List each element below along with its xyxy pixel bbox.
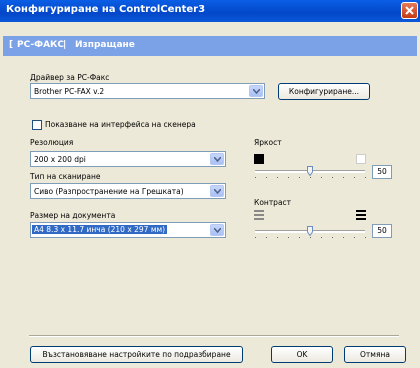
slider-tick (343, 237, 344, 238)
scan-type-value: Сиво (Разпространение на Грешката) (34, 187, 184, 196)
light-square-icon (356, 154, 366, 164)
slider-tick (288, 237, 289, 238)
doc-size-label: Размер на документа (30, 211, 116, 220)
slider-tick (266, 177, 267, 178)
slider-tick (321, 177, 322, 178)
slider-tick (343, 177, 344, 178)
high-contrast-icon (356, 210, 366, 220)
slider-tick (354, 177, 355, 178)
slider-tick (332, 237, 333, 238)
ok-button[interactable]: OK (271, 346, 333, 363)
slider-tick (277, 237, 278, 238)
header-separator: | (63, 40, 67, 50)
chevron-down-icon[interactable] (210, 224, 224, 236)
brightness-label: Яркост (254, 138, 282, 147)
slider-tick (277, 177, 278, 178)
doc-size-value: A4 8.3 x 11.7 инча (210 x 297 мм) (32, 225, 168, 234)
resolution-select[interactable]: 200 x 200 dpi (30, 151, 226, 167)
brightness-value-box[interactable]: 50 (372, 165, 392, 179)
contrast-value-box[interactable]: 50 (372, 224, 392, 238)
slider-tick (288, 177, 289, 178)
window-title: Конфигуриране на ControlCenter3 (6, 4, 206, 15)
configure-button[interactable]: Конфигуриране... (278, 83, 370, 100)
show-interface-checkbox[interactable] (32, 120, 42, 130)
show-interface-label: Показване на интерфейса на скенера (45, 120, 196, 129)
slider-tick (310, 237, 311, 238)
header-bracket: [ (9, 40, 14, 50)
slider-tick (299, 177, 300, 178)
contrast-label: Контраст (254, 198, 292, 207)
brightness-thumb[interactable] (307, 166, 313, 176)
fax-driver-label: Драйвер за PC-Факс (30, 73, 110, 82)
chevron-down-icon[interactable] (210, 153, 224, 165)
dialog-window: Конфигуриране на ControlCenter3 [ PC-ФАК… (0, 0, 420, 368)
section-header: [ PC-ФАКС | Изпращане (3, 36, 417, 56)
title-bar[interactable]: Конфигуриране на ControlCenter3 (0, 0, 420, 22)
slider-tick (299, 237, 300, 238)
settings-panel: Драйвер за PC-Факс Brother PC-FAX v.2 Ко… (3, 56, 417, 365)
slider-tick (321, 237, 322, 238)
dark-square-icon (254, 154, 264, 164)
tab-pc-fax[interactable]: PC-ФАКС (17, 40, 64, 50)
slider-tick (255, 177, 256, 178)
contrast-thumb[interactable] (307, 226, 313, 236)
low-contrast-icon (254, 210, 264, 220)
restore-defaults-button[interactable]: Възстановяване настройките по подразбира… (30, 346, 243, 363)
footer-separator (29, 335, 399, 337)
scan-type-label: Тип на сканиране (30, 172, 101, 181)
close-button[interactable] (401, 2, 418, 19)
slider-tick (266, 237, 267, 238)
slider-tick (365, 177, 366, 178)
slider-tick (310, 177, 311, 178)
scan-type-select[interactable]: Сиво (Разпространение на Грешката) (30, 183, 226, 199)
tab-send[interactable]: Изпращане (75, 40, 135, 50)
slider-tick (332, 177, 333, 178)
slider-tick (365, 237, 366, 238)
slider-tick (354, 237, 355, 238)
fax-driver-value: Brother PC-FAX v.2 (34, 87, 105, 96)
chevron-down-icon[interactable] (210, 185, 224, 197)
slider-tick (255, 237, 256, 238)
cancel-button[interactable]: Отмяна (344, 346, 406, 363)
fax-driver-select[interactable]: Brother PC-FAX v.2 (30, 83, 265, 99)
resolution-label: Резолюция (30, 138, 74, 147)
doc-size-select[interactable]: A4 8.3 x 11.7 инча (210 x 297 мм) (30, 222, 226, 238)
close-icon (405, 6, 414, 15)
chevron-down-icon[interactable] (249, 85, 263, 97)
resolution-value: 200 x 200 dpi (34, 155, 86, 164)
